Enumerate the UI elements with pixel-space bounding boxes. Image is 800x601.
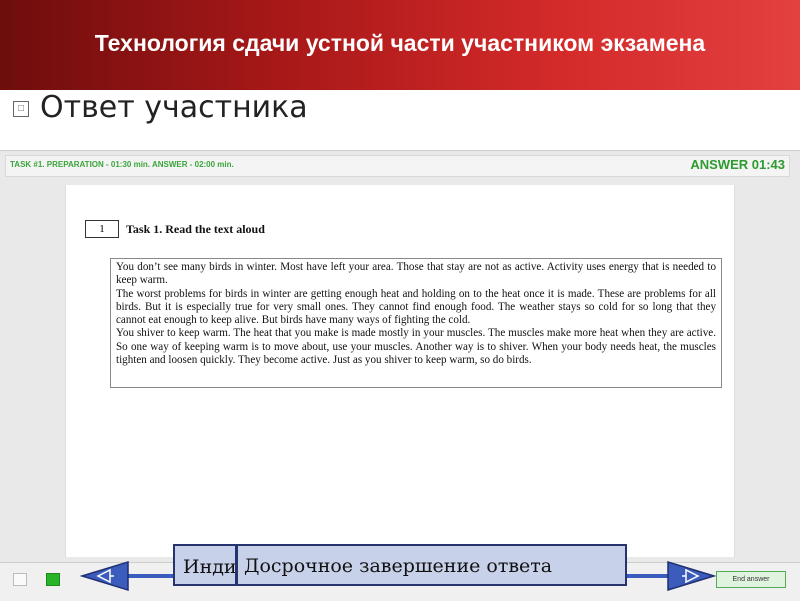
task-info: TASK #1. PREPARATION - 01:30 min. ANSWER… [10,160,234,169]
bullet-icon: □ [13,101,29,117]
callout-indicator-label: Инди [173,544,237,586]
task-number: 1 [85,220,119,238]
reading-text: You don’t see many birds in winter. Most… [110,258,722,388]
answer-timer: ANSWER 01:43 [690,157,785,172]
paragraph-3: You shiver to keep warm. The heat that y… [116,327,716,367]
paragraph-2: The worst problems for birds in winter a… [116,287,716,327]
end-answer-button[interactable]: End answer [716,571,786,588]
left-arrow-icon [80,560,129,592]
slide-subtitle: Ответ участника [40,90,308,125]
slide-title: Технология сдачи устной части участником… [94,30,706,56]
paragraph-1: You don’t see many birds in winter. Most… [116,261,716,287]
indicator-empty-icon [13,573,27,586]
right-arrow-icon [667,560,716,592]
indicator-green-icon [46,573,60,586]
slide-header: Технология сдачи устной части участником… [0,0,800,90]
task-title: Task 1. Read the text aloud [126,222,265,236]
callout-early-finish: Досрочное завершение ответа [236,544,627,586]
